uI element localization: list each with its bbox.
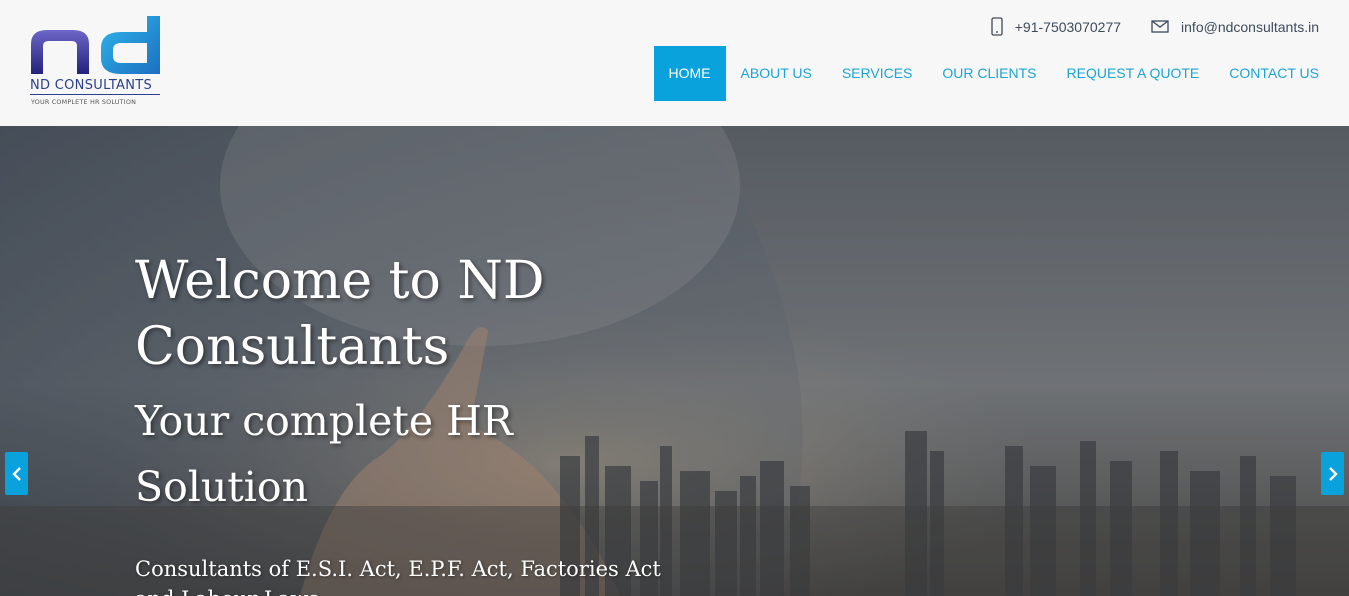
phone-number[interactable]: +91-7503070277 (1015, 19, 1121, 35)
nav-item-about-us[interactable]: ABOUT US (726, 46, 827, 101)
site-header: ND CONSULTANTS YOUR COMPLETE HR SOLUTION… (0, 0, 1349, 126)
chevron-right-icon (1328, 466, 1338, 481)
nav-item-home[interactable]: HOME (653, 46, 726, 101)
hero-slider: Welcome to ND Consultants Your complete … (0, 126, 1349, 596)
hero-title: Welcome to ND Consultants (135, 251, 545, 377)
nav-item-contact-us[interactable]: CONTACT US (1214, 46, 1334, 101)
nd-logo-mark (31, 16, 160, 74)
site-logo[interactable]: ND CONSULTANTS YOUR COMPLETE HR SOLUTION (29, 14, 165, 110)
slider-next-button[interactable] (1321, 452, 1344, 495)
logo-divider (30, 94, 160, 95)
slider-prev-button[interactable] (5, 452, 28, 495)
logo-tagline: YOUR COMPLETE HR SOLUTION (31, 98, 137, 106)
phone-icon (991, 17, 1003, 36)
logo-brand-name: ND CONSULTANTS (30, 78, 153, 93)
nav-item-our-clients[interactable]: OUR CLIENTS (927, 46, 1051, 101)
contact-phone[interactable]: +91-7503070277 (991, 17, 1121, 36)
nav-item-services[interactable]: SERVICES (827, 46, 928, 101)
envelope-icon (1151, 20, 1169, 33)
nav-item-request-a-quote[interactable]: REQUEST A QUOTE (1052, 46, 1215, 101)
email-address[interactable]: info@ndconsultants.in (1181, 19, 1319, 35)
hero-description: Consultants of E.S.I. Act, E.P.F. Act, F… (135, 557, 661, 596)
chevron-left-icon (11, 466, 21, 481)
contact-bar: +91-7503070277 info@ndconsultants.in (961, 17, 1319, 36)
hero-subtitle: Your complete HR Solution (135, 397, 513, 511)
main-nav: HOME ABOUT US SERVICES OUR CLIENTS REQUE… (653, 46, 1334, 101)
contact-email[interactable]: info@ndconsultants.in (1151, 19, 1319, 35)
